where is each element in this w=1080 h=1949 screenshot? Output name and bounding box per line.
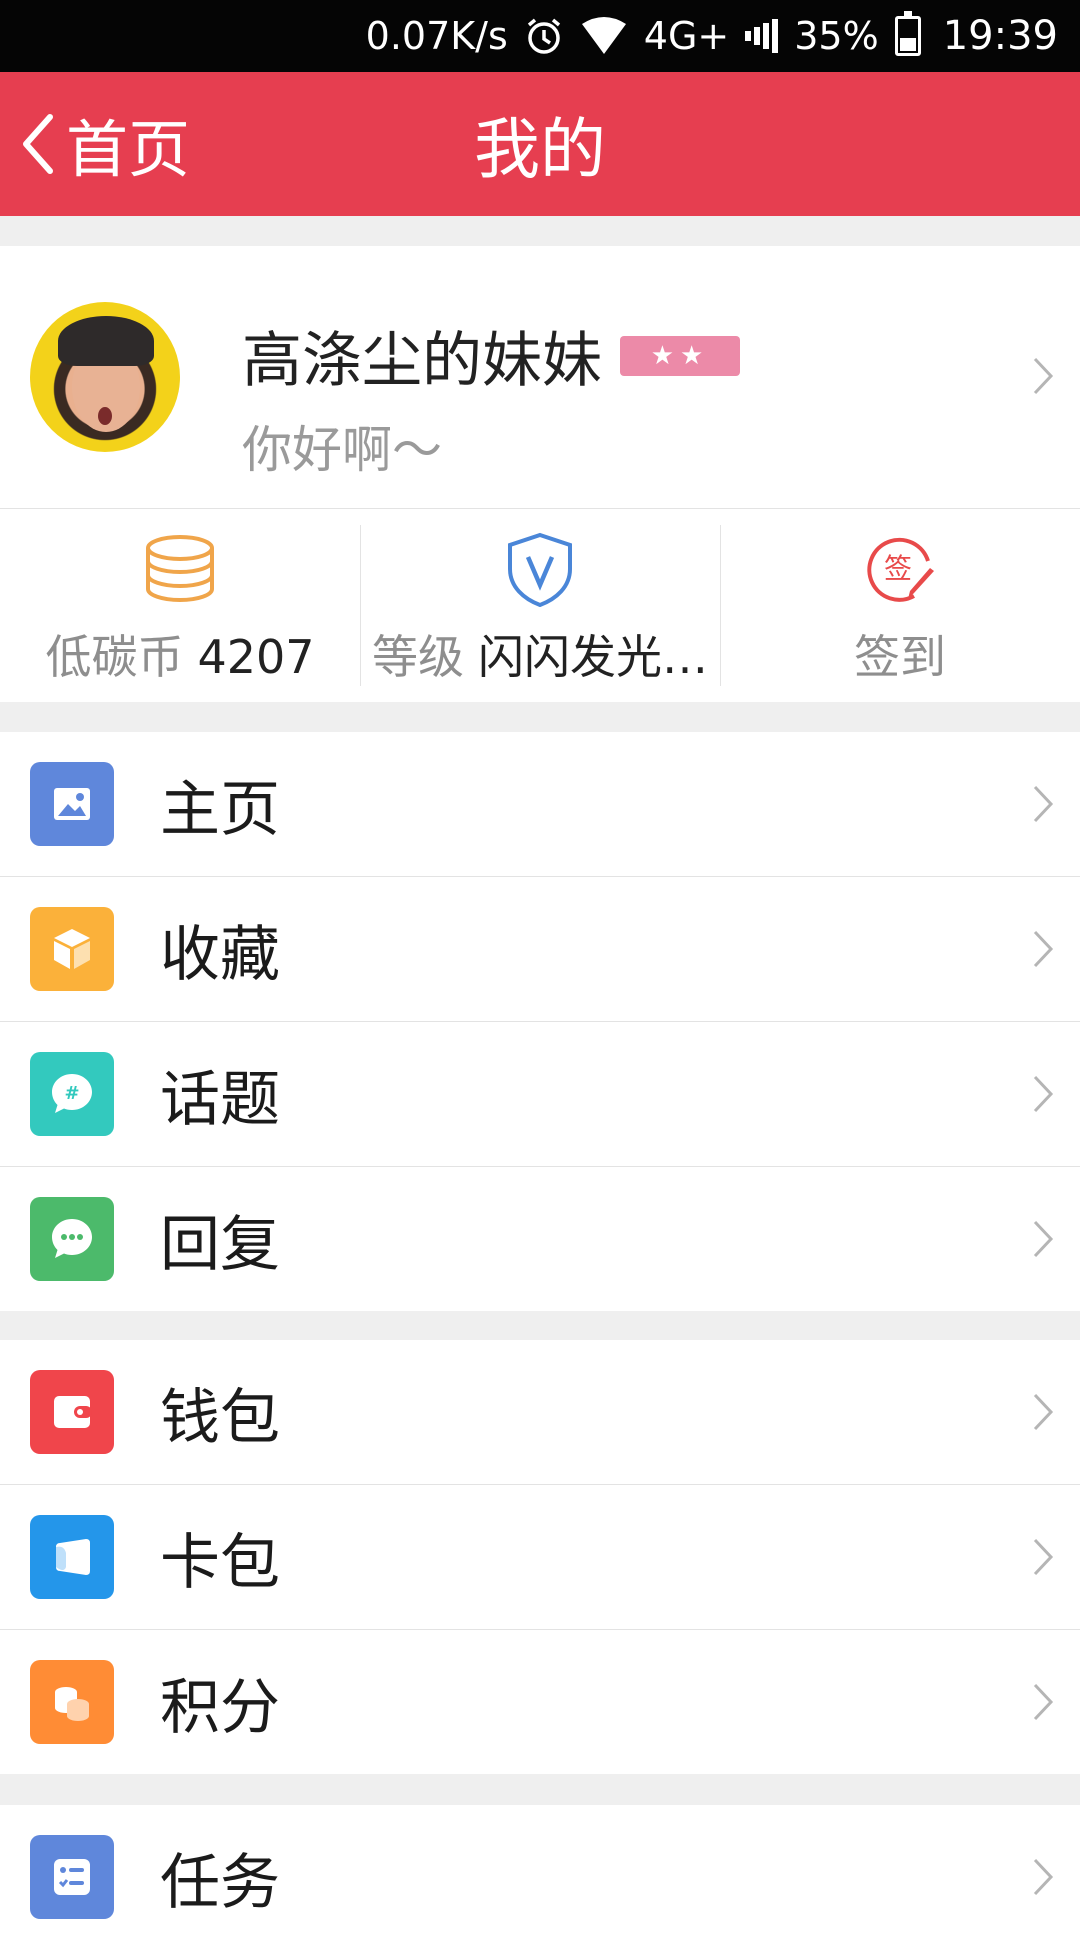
- menu-group-tasks: 任务: [0, 1805, 1080, 1949]
- card-icon: [30, 1515, 114, 1599]
- battery-percent: 35%: [794, 14, 879, 58]
- level-label: 等级: [372, 630, 464, 684]
- level-value: 闪闪发光…: [478, 630, 708, 684]
- menu-item-home[interactable]: 主页: [0, 732, 1080, 877]
- level-badge: ★★: [620, 335, 740, 376]
- network-type: 4G+: [643, 14, 730, 58]
- alarm-icon: [524, 16, 564, 56]
- profile-card[interactable]: 高涤尘的妹妹 ★★ 你好啊～: [0, 246, 1080, 509]
- checkin-label: 签到: [854, 630, 946, 684]
- menu-item-replies[interactable]: 回复: [0, 1167, 1080, 1311]
- chevron-right-icon: [1032, 1537, 1054, 1577]
- menu-item-points[interactable]: 积分: [0, 1630, 1080, 1774]
- coins-icon: [30, 1660, 114, 1744]
- menu-label-tasks: 任务: [160, 1847, 280, 1918]
- menu-label-card-pack: 卡包: [160, 1527, 280, 1598]
- menu-item-wallet[interactable]: 钱包: [0, 1340, 1080, 1485]
- back-label: 首页: [66, 113, 191, 186]
- menu-label-home: 主页: [160, 774, 280, 845]
- chevron-right-icon: [1032, 1074, 1054, 1114]
- menu-label-favorites: 收藏: [160, 919, 280, 990]
- menu-group-finance: 钱包 卡包 积分: [0, 1340, 1080, 1774]
- menu-label-replies: 回复: [160, 1209, 280, 1280]
- chevron-right-icon: [1032, 929, 1054, 969]
- menu-label-topics: 话题: [160, 1064, 280, 1135]
- menu-item-topics[interactable]: # 话题: [0, 1022, 1080, 1167]
- menu-group-content: 主页 收藏 # 话题 回复: [0, 732, 1080, 1311]
- chat-bubble-icon: [30, 1197, 114, 1281]
- sign-in-icon: 签: [867, 537, 934, 602]
- menu-label-points: 积分: [160, 1672, 280, 1743]
- chevron-right-icon: [1032, 1392, 1054, 1432]
- net-speed: 0.07K/s: [365, 14, 508, 58]
- username: 高涤尘的妹妹: [242, 326, 602, 396]
- chevron-left-icon: [23, 114, 53, 174]
- svg-text:签: 签: [884, 552, 912, 585]
- chevron-right-icon: [1032, 1219, 1054, 1259]
- hashtag-bubble-icon: #: [30, 1052, 114, 1136]
- image-icon: [30, 762, 114, 846]
- app-bar: 我的 首页: [0, 72, 1080, 216]
- svg-text:#: #: [64, 1083, 79, 1104]
- bio: 你好啊～: [242, 421, 442, 479]
- level-stat[interactable]: 等级 闪闪发光…: [360, 509, 720, 702]
- avatar[interactable]: [30, 302, 180, 452]
- menu-item-card-pack[interactable]: 卡包: [0, 1485, 1080, 1630]
- battery-icon: [894, 11, 921, 56]
- back-button[interactable]: 首页: [18, 72, 190, 216]
- coins-value: 4207: [197, 630, 315, 684]
- menu-item-tasks[interactable]: 任务: [0, 1805, 1080, 1949]
- task-list-icon: [30, 1835, 114, 1919]
- status-bar: 0.07K/s 4G+ 35% 19:39: [0, 0, 1080, 72]
- wifi-icon: [580, 16, 628, 56]
- checkin-stat[interactable]: 签 签到: [720, 509, 1080, 702]
- signal-icon: [745, 16, 779, 56]
- menu-item-favorites[interactable]: 收藏: [0, 877, 1080, 1022]
- chevron-right-icon: [1032, 356, 1054, 396]
- chevron-right-icon: [1032, 1682, 1054, 1722]
- chevron-right-icon: [1032, 784, 1054, 824]
- chevron-right-icon: [1032, 1857, 1054, 1897]
- shield-v-icon: [508, 532, 572, 607]
- menu-label-wallet: 钱包: [160, 1382, 280, 1453]
- wallet-icon: [30, 1370, 114, 1454]
- coin-stack-icon: [146, 535, 214, 603]
- coins-stat[interactable]: 低碳币 4207: [0, 509, 360, 702]
- clock: 19:39: [942, 13, 1058, 59]
- username-line: 高涤尘的妹妹 ★★: [242, 312, 740, 399]
- stats-bar: 低碳币 4207 等级 闪闪发光… 签 签到: [0, 509, 1080, 702]
- box-icon: [30, 907, 114, 991]
- coins-label: 低碳币: [45, 630, 184, 684]
